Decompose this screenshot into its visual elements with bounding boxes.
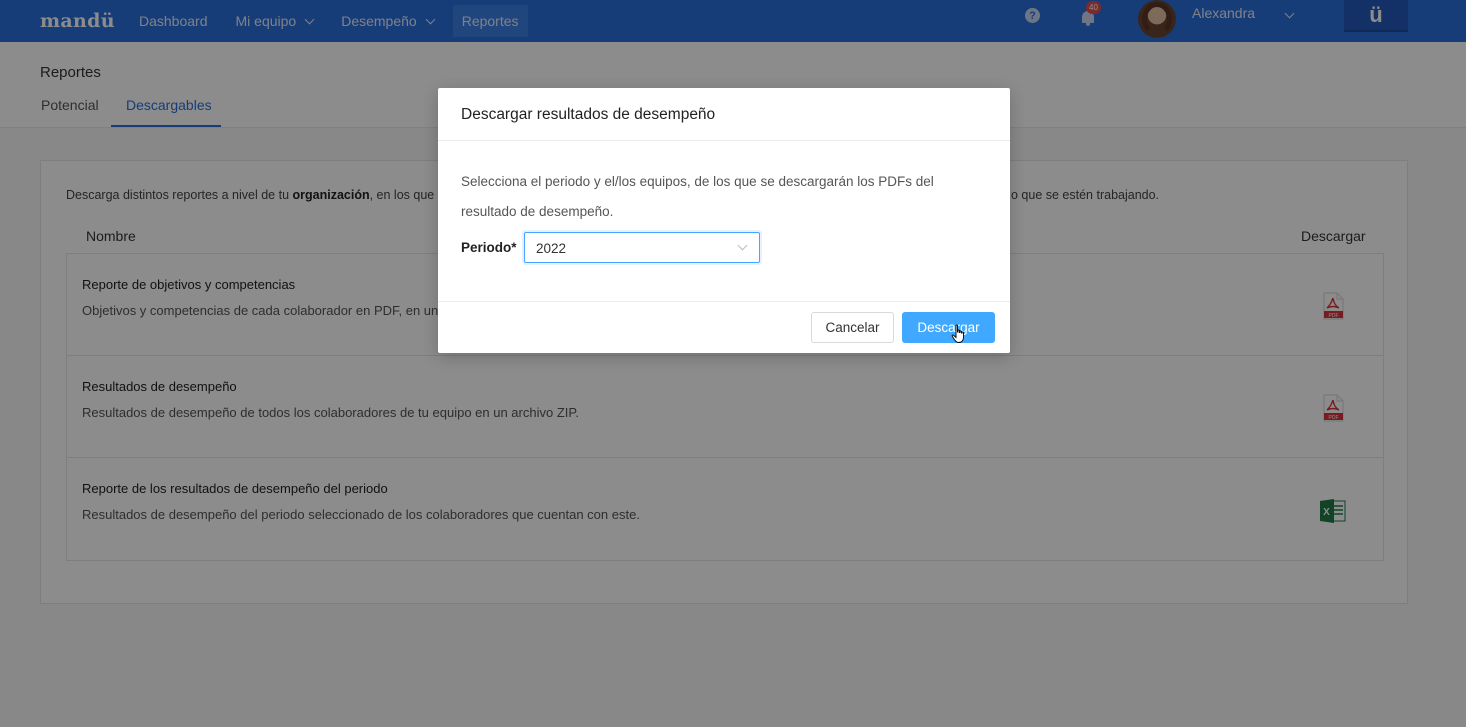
cancel-button[interactable]: Cancelar — [811, 312, 894, 343]
period-select[interactable]: 2022 — [524, 232, 760, 263]
download-results-modal: Descargar resultados de desempeño Selecc… — [438, 88, 1010, 353]
divider — [438, 301, 1010, 302]
modal-instructions: Selecciona el periodo y el/los equipos, … — [461, 174, 934, 219]
download-button[interactable]: Descargar — [902, 312, 995, 343]
hand-cursor-icon — [951, 324, 964, 343]
chevron-down-icon — [737, 240, 748, 251]
modal-title: Descargar resultados de desempeño — [461, 106, 716, 123]
period-label: Periodo* — [461, 240, 517, 255]
divider — [438, 140, 1010, 141]
period-select-value: 2022 — [536, 241, 567, 256]
